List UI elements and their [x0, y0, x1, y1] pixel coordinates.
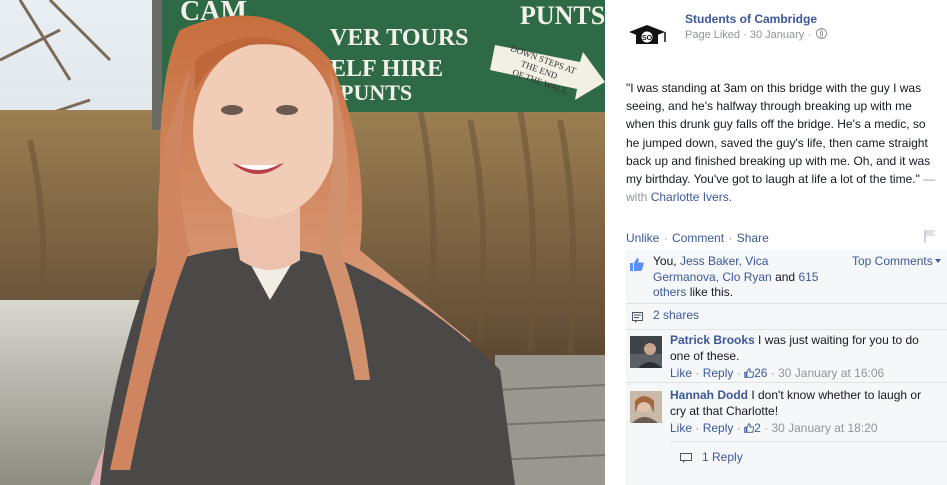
top-comments-label: Top Comments [852, 254, 933, 268]
thumbs-up-icon [744, 423, 755, 433]
comment-meta-dot-1: · [695, 366, 700, 380]
comment-likes-value: 2 [754, 421, 761, 435]
comment-meta-dot-2: · [736, 366, 741, 380]
globe-icon[interactable] [816, 28, 828, 39]
comment-like-button[interactable]: Like [670, 421, 692, 435]
page-liked-status[interactable]: Page Liked [685, 29, 740, 41]
comment-author-link[interactable]: Patrick Brooks [670, 333, 755, 347]
replies-count: 1 Reply [702, 450, 743, 464]
comment-meta-dot-2: · [736, 421, 741, 435]
photo-illustration: CAM PUNTS VER TOURS ELF HIRE PUNTS DOWN … [0, 0, 605, 485]
comment-body: Patrick Brooks I was just waiting for yo… [670, 333, 940, 364]
comment-likes-count[interactable]: 26 [744, 366, 767, 380]
likes-you: You, [653, 254, 677, 268]
caret-down-icon [934, 259, 941, 263]
likes-and: and [775, 269, 796, 284]
likes-summary: You, Jess Baker, Vica Germanova, Clo Rya… [626, 250, 947, 303]
avatar[interactable] [630, 391, 662, 423]
post-actions: Unlike · Comment · Share [626, 231, 769, 245]
replies-link[interactable]: 1 Reply [670, 441, 947, 472]
actions-dot-1: · [663, 231, 668, 245]
page-name-link[interactable]: Students of Cambridge [685, 12, 817, 26]
post-meta: Page Liked · 30 January · [685, 28, 828, 41]
sign-text-2: VER TOURS [330, 25, 469, 51]
share-icon [632, 312, 643, 323]
comment-meta-dot-3: · [764, 421, 769, 435]
comment-reply-button[interactable]: Reply [703, 421, 734, 435]
sign-text-4: PUNTS [340, 80, 412, 105]
comment-timestamp[interactable]: 30 January at 16:06 [778, 366, 884, 380]
comment-timestamp[interactable]: 30 January at 18:20 [771, 421, 877, 435]
actions-dot-2: · [728, 231, 733, 245]
unlike-button[interactable]: Unlike [626, 231, 659, 245]
flag-icon[interactable] [923, 229, 937, 243]
thumbs-up-icon[interactable] [630, 257, 644, 271]
comment-likes-count[interactable]: 2 [744, 421, 761, 435]
top-comments-dropdown[interactable]: Top Comments [852, 254, 941, 268]
meta-dot-2: · [807, 29, 812, 41]
post-text: "I was standing at 3am on this bridge wi… [626, 79, 942, 206]
avatar[interactable] [630, 336, 662, 368]
page-logo[interactable]: SO [625, 22, 669, 50]
comment-item: Patrick Brooks I was just waiting for yo… [626, 329, 947, 383]
comment-body: Hannah Dodd I don't know whether to laug… [670, 388, 940, 419]
post-panel: SO Students of Cambridge Page Liked · 30… [605, 0, 947, 485]
comment-meta: Like · Reply · 26 · 30 January at 16:06 [670, 366, 884, 380]
post-quote: "I was standing at 3am on this bridge wi… [626, 81, 931, 187]
comment-likes-value: 26 [754, 366, 768, 380]
reply-icon [680, 453, 692, 463]
comment-author-link[interactable]: Hannah Dodd [670, 388, 748, 402]
likes-text: You, Jess Baker, Vica Germanova, Clo Rya… [653, 254, 828, 301]
sign-text-3: ELF HIRE [330, 56, 443, 82]
shares-link[interactable]: 2 shares [653, 308, 699, 322]
shares-summary: 2 shares [626, 303, 947, 330]
comment-like-button[interactable]: Like [670, 366, 692, 380]
comment-item: Hannah Dodd I don't know whether to laug… [626, 382, 947, 439]
likes-suffix: like this. [689, 285, 734, 299]
comment-meta: Like · Reply · 2 · 30 January at 18:20 [670, 421, 878, 435]
meta-dot-1: · [743, 29, 747, 41]
comment-button[interactable]: Comment [672, 231, 724, 245]
tagged-person-link[interactable]: Charlotte Ivers. [651, 190, 732, 204]
post-header: SO Students of Cambridge Page Liked · 30… [625, 10, 945, 50]
post-photo[interactable]: CAM PUNTS VER TOURS ELF HIRE PUNTS DOWN … [0, 0, 605, 485]
sign-text-top-right: PUNTS [520, 1, 605, 30]
thumbs-up-icon [744, 368, 755, 378]
page-logo-text: SO [642, 35, 653, 42]
comment-reply-button[interactable]: Reply [703, 366, 734, 380]
comment-meta-dot-3: · [770, 366, 775, 380]
comment-meta-dot-1: · [695, 421, 700, 435]
post-date[interactable]: 30 January [750, 29, 804, 41]
share-button[interactable]: Share [737, 231, 769, 245]
